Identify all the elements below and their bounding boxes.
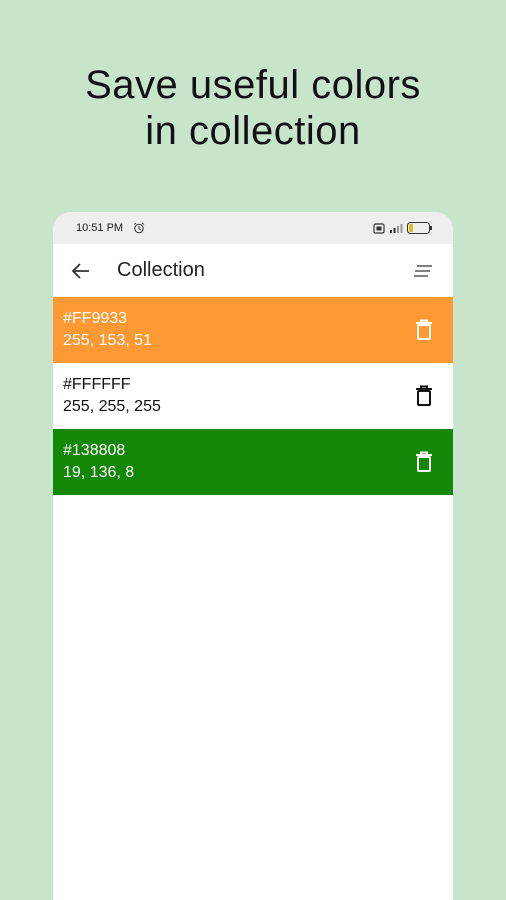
delete-icon[interactable] xyxy=(413,318,435,342)
color-rgb: 19, 136, 8 xyxy=(63,464,135,481)
alarm-icon xyxy=(133,222,145,234)
delete-icon[interactable] xyxy=(413,450,435,474)
headline-line-1: Save useful colors xyxy=(85,63,421,107)
color-hex: #FF9933 xyxy=(63,310,128,327)
app-bar: Collection xyxy=(53,244,453,297)
battery-icon xyxy=(407,222,433,234)
color-hex: #138808 xyxy=(63,442,126,459)
color-list: #FF9933 255, 153, 51 #FFFFFF 255, 255, 2… xyxy=(53,297,453,495)
phone-screen: 10:51 PM Collection #FF9933 255, 153, 51 xyxy=(53,212,453,900)
signal-icon xyxy=(389,223,403,233)
color-rgb: 255, 255, 255 xyxy=(63,398,161,415)
color-item[interactable]: #138808 19, 136, 8 xyxy=(53,429,453,495)
page-title: Collection xyxy=(117,259,205,281)
color-item[interactable]: #FFFFFF 255, 255, 255 xyxy=(53,363,453,429)
color-hex: #FFFFFF xyxy=(63,376,131,393)
color-rgb: 255, 153, 51 xyxy=(63,332,152,349)
sim-icon xyxy=(373,222,385,234)
status-time: 10:51 PM xyxy=(76,222,124,234)
sort-icon[interactable] xyxy=(413,260,435,282)
delete-icon[interactable] xyxy=(413,384,435,408)
color-item[interactable]: #FF9933 255, 153, 51 xyxy=(53,297,453,363)
back-arrow-icon[interactable] xyxy=(71,260,93,282)
status-bar: 10:51 PM xyxy=(53,212,453,244)
headline-line-2: in collection xyxy=(145,109,361,153)
headline: Save useful colors in collection xyxy=(0,62,506,154)
